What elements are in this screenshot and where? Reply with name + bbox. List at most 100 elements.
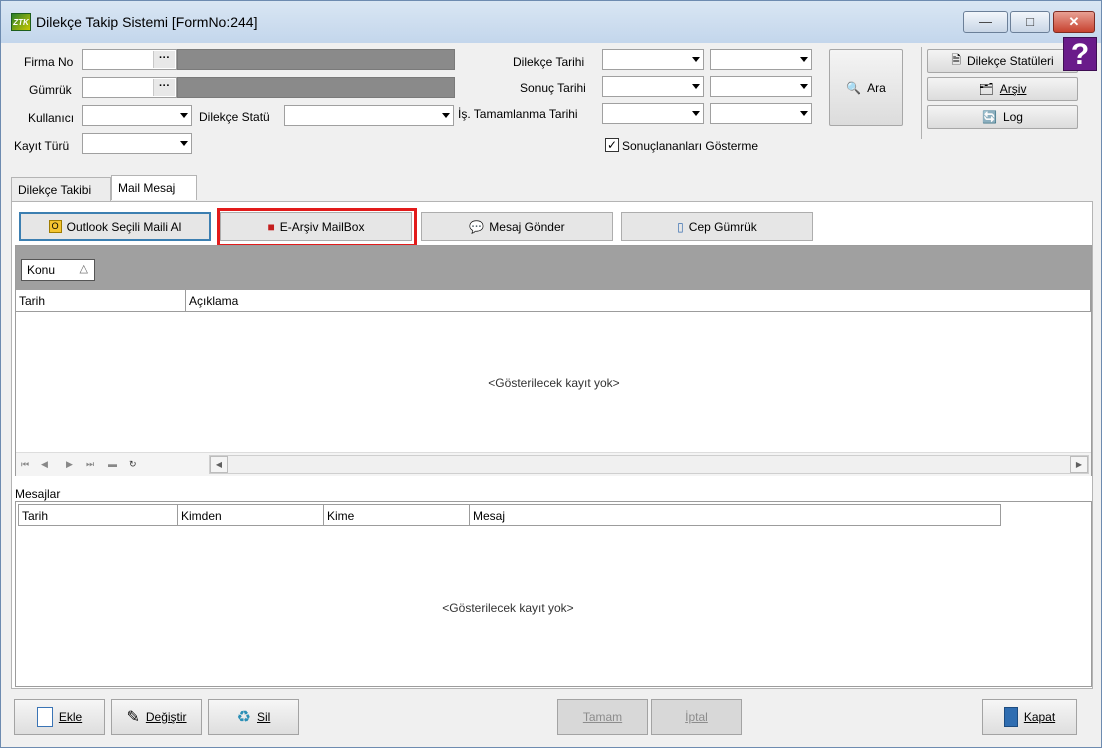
- column-header-kimden[interactable]: Kimden: [178, 504, 324, 526]
- dilekce-statu-select[interactable]: [284, 105, 454, 126]
- title-bar: ZTK Dilekçe Takip Sistemi [FormNo:244] —…: [1, 1, 1101, 43]
- sonuclananlari-gosterme-checkbox[interactable]: ✓: [605, 138, 619, 152]
- is-tamamlanma-end[interactable]: [710, 103, 812, 124]
- group-by-panel: Konu △: [16, 246, 1091, 290]
- column-header-tarih[interactable]: Tarih: [18, 504, 178, 526]
- dilekce-statuleri-label: Dilekçe Statüleri: [966, 54, 1054, 68]
- bottom-button-bar: Ekle ✎ Değiştir ♻ Sil Tamam İptal Kapat: [7, 693, 1097, 743]
- window-title: Dilekçe Takip Sistemi [FormNo:244]: [36, 14, 258, 30]
- first-record-icon[interactable]: ⏮: [21, 459, 29, 470]
- group-column-konu[interactable]: Konu △: [21, 259, 95, 281]
- sonuclananlari-gosterme-label: Sonuçlananları Gösterme: [622, 139, 759, 153]
- dilekce-statuleri-button[interactable]: 🗎 Dilekçe Statüleri: [927, 49, 1078, 73]
- is-tamamlanma-tarihi-label: İş. Tamamlanma Tarihi: [458, 107, 578, 121]
- dilekce-statu-label: Dilekçe Statü: [199, 110, 270, 124]
- gumruk-input[interactable]: ···: [82, 77, 177, 98]
- chevron-down-icon: [800, 57, 808, 62]
- sonuc-tarihi-start[interactable]: [602, 76, 704, 97]
- dilekce-tarihi-end[interactable]: [710, 49, 812, 70]
- gumruk-label: Gümrük: [29, 83, 72, 97]
- ara-button[interactable]: 🔍 Ara: [829, 49, 903, 126]
- document-icon: 🗎: [951, 52, 961, 67]
- cep-gumruk-button[interactable]: ▯ Cep Gümrük: [621, 212, 813, 241]
- chevron-down-icon: [180, 113, 188, 118]
- mobile-phone-icon: ▯: [677, 219, 684, 234]
- sonuc-tarihi-end[interactable]: [710, 76, 812, 97]
- firma-no-lookup-button[interactable]: ···: [153, 51, 175, 68]
- firma-no-input[interactable]: ···: [82, 49, 177, 70]
- mesajlar-section-label: Mesajlar: [15, 487, 61, 501]
- chevron-down-icon: [442, 113, 450, 118]
- delete-record-icon[interactable]: ▬: [108, 459, 117, 469]
- firma-no-label: Firma No: [24, 55, 74, 69]
- column-header-aciklama[interactable]: Açıklama: [186, 290, 1091, 312]
- outlook-secili-maili-al-button[interactable]: O Outlook Seçili Maili Al: [19, 212, 211, 241]
- tamam-label: Tamam: [582, 710, 623, 724]
- arsiv-button[interactable]: 🗂 Arşiv: [927, 77, 1078, 101]
- magnifier-icon: 🔍: [846, 80, 862, 95]
- gumruk-lookup-button[interactable]: ···: [153, 79, 175, 96]
- degistir-label: Değiştir: [145, 710, 187, 724]
- ekle-button[interactable]: Ekle: [14, 699, 105, 735]
- minimize-button[interactable]: —: [963, 11, 1008, 33]
- speech-bubble-icon: 💬: [469, 219, 485, 234]
- navigation-bar: ⏮ ◀ ▶ ⏭ ▬ ↻ ◀ ▶: [16, 452, 1091, 476]
- help-icon[interactable]: ?: [1063, 37, 1097, 71]
- chevron-down-icon: [692, 57, 700, 62]
- e-arsiv-mailbox-button[interactable]: ■ E-Arşiv MailBox: [220, 212, 412, 241]
- konu-grid: Konu △ Tarih Açıklama <Gösterilecek kayı…: [15, 245, 1092, 476]
- dilekce-tarihi-start[interactable]: [602, 49, 704, 70]
- new-document-icon: [36, 707, 53, 727]
- outlook-icon: O: [48, 220, 62, 233]
- dilekce-tarihi-label: Dilekçe Tarihi: [513, 55, 585, 69]
- kayit-turu-label: Kayıt Türü: [14, 139, 70, 153]
- tab-mail-mesaj[interactable]: Mail Mesaj: [111, 175, 197, 200]
- sil-button[interactable]: ♻ Sil: [208, 699, 299, 735]
- column-header-mesaj[interactable]: Mesaj: [470, 504, 1001, 526]
- app-logo-icon: ZTK: [11, 13, 31, 31]
- column-header-tarih[interactable]: Tarih: [16, 290, 186, 312]
- tamam-button[interactable]: Tamam: [557, 699, 648, 735]
- archive-icon: 🗂: [978, 82, 994, 96]
- last-record-icon[interactable]: ⏭: [86, 459, 94, 470]
- ekle-label: Ekle: [58, 710, 83, 724]
- scroll-left-arrow-icon[interactable]: ◀: [210, 456, 228, 473]
- next-record-icon[interactable]: ▶: [66, 459, 73, 470]
- kapat-button[interactable]: Kapat: [982, 699, 1077, 735]
- degistir-button[interactable]: ✎ Değiştir: [111, 699, 202, 735]
- mesaj-gonder-button[interactable]: 💬 Mesaj Gönder: [421, 212, 613, 241]
- recycle-bin-icon: ♻: [236, 709, 251, 726]
- edit-pencil-icon: ✎: [126, 709, 140, 726]
- log-label: Log: [1002, 110, 1023, 124]
- refresh-icon[interactable]: ↻: [129, 459, 137, 470]
- sil-label: Sil: [257, 710, 271, 724]
- exit-door-icon: [1003, 707, 1018, 727]
- cep-gumruk-label: Cep Gümrük: [688, 219, 757, 234]
- column-header-kime[interactable]: Kime: [324, 504, 470, 526]
- filter-panel: Firma No ··· Gümrük ··· Kullanıcı Dilekç…: [7, 43, 1097, 175]
- close-button[interactable]: ✕: [1053, 11, 1095, 33]
- kullanici-label: Kullanıcı: [28, 111, 75, 125]
- kayit-turu-select[interactable]: [82, 133, 192, 154]
- iptal-label: İptal: [685, 710, 708, 724]
- kullanici-select[interactable]: [82, 105, 192, 126]
- tab-dilekce-takibi[interactable]: Dilekçe Takibi: [11, 177, 111, 201]
- group-column-label: Konu: [27, 263, 56, 277]
- mailbox-icon: ■: [267, 219, 275, 234]
- arsiv-label: Arşiv: [999, 82, 1027, 96]
- previous-record-icon[interactable]: ◀: [41, 459, 48, 470]
- e-arsiv-label: E-Arşiv MailBox: [279, 219, 365, 234]
- log-button[interactable]: 🔄 Log: [927, 105, 1078, 129]
- empty-records-message: <Gösterilecek kayıt yok>: [488, 376, 620, 390]
- main-window: ZTK Dilekçe Takip Sistemi [FormNo:244] —…: [0, 0, 1102, 748]
- kapat-label: Kapat: [1023, 710, 1056, 724]
- horizontal-scrollbar[interactable]: ◀ ▶: [209, 455, 1089, 474]
- sonuc-tarihi-label: Sonuç Tarihi: [520, 81, 586, 95]
- is-tamamlanma-start[interactable]: [602, 103, 704, 124]
- maximize-button[interactable]: □: [1010, 11, 1050, 33]
- iptal-button[interactable]: İptal: [651, 699, 742, 735]
- refresh-icon: 🔄: [982, 110, 997, 124]
- mesajlar-grid: Tarih Kimden Kime Mesaj <Gösterilecek ka…: [15, 501, 1092, 687]
- chevron-down-icon: [692, 111, 700, 116]
- scroll-right-arrow-icon[interactable]: ▶: [1070, 456, 1088, 473]
